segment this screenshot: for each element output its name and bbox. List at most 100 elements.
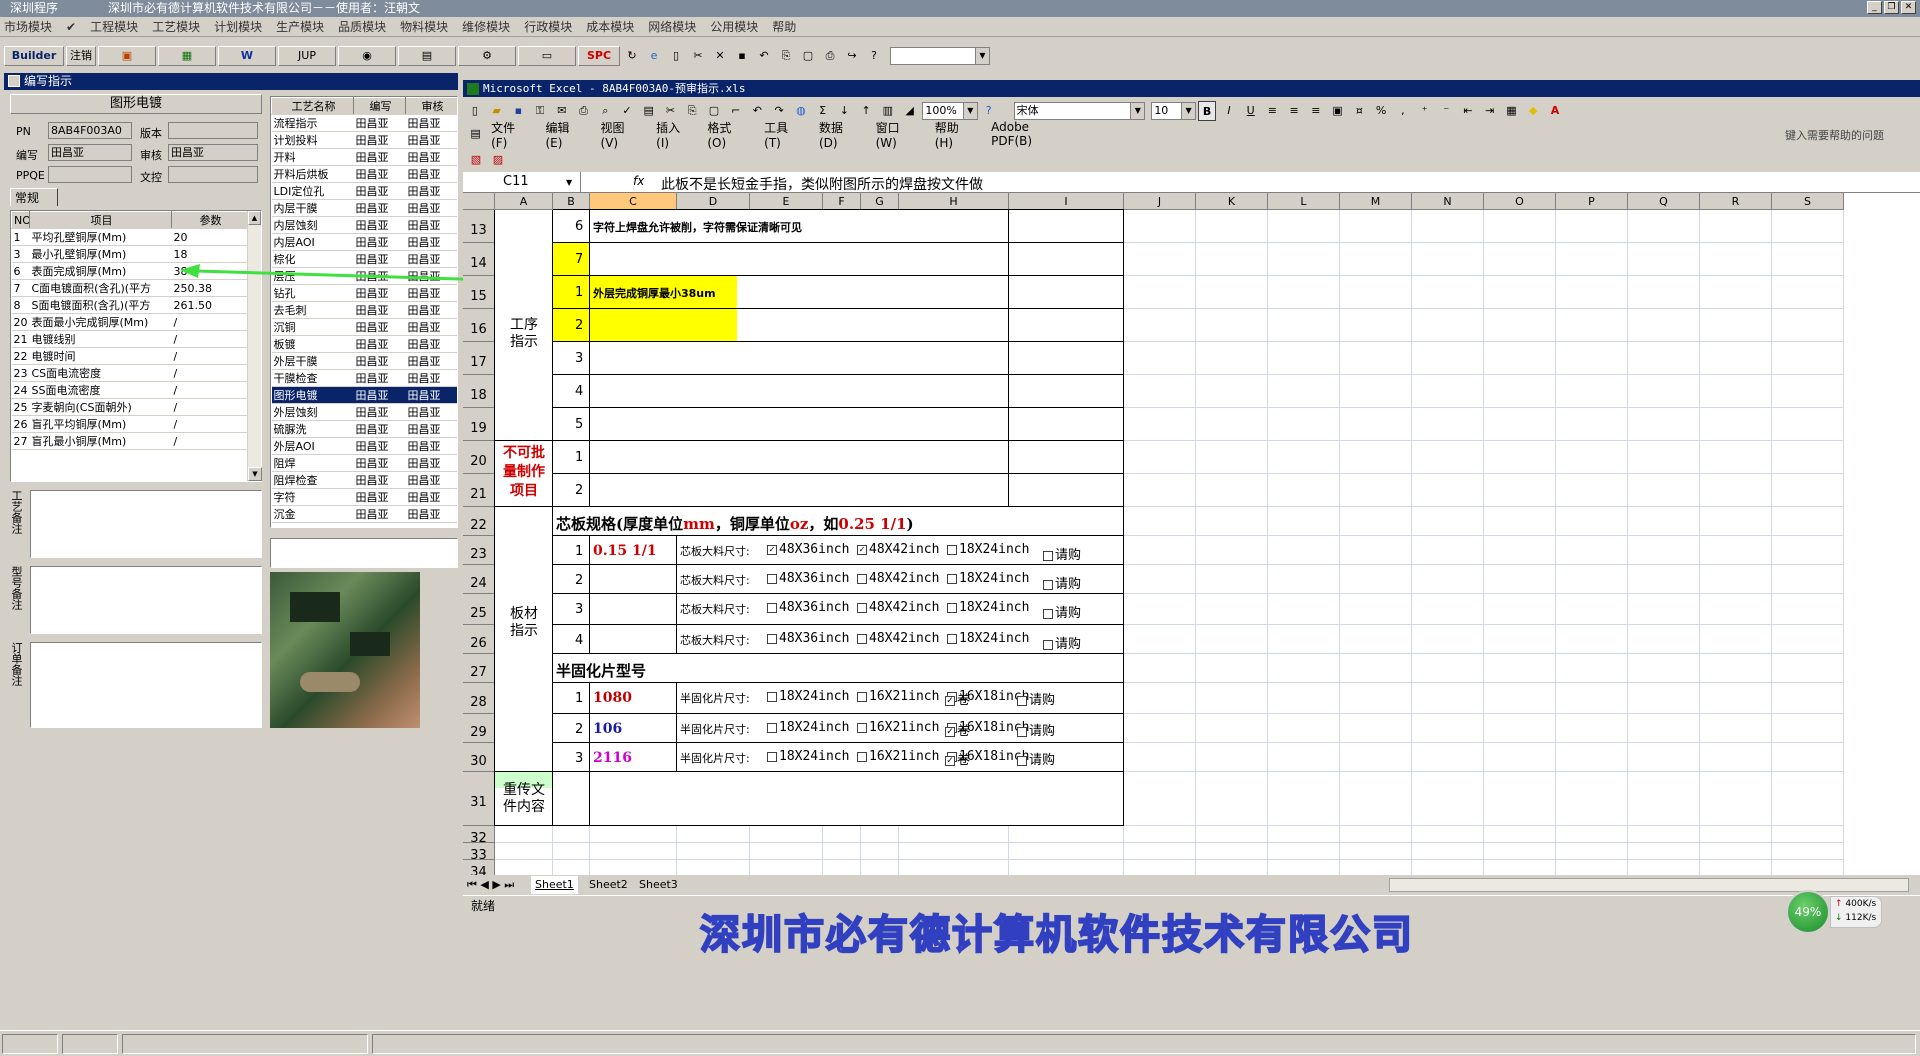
logout-button[interactable]: 注销: [66, 46, 96, 66]
purchase-option[interactable]: 请购: [1043, 633, 1081, 652]
xl-bold-icon[interactable]: B: [1198, 101, 1217, 121]
roll-option[interactable]: ✓ 卷: [945, 689, 970, 708]
model-remark-box[interactable]: [30, 566, 262, 634]
core-size-option[interactable]: 48X42inch: [857, 571, 939, 586]
column-header[interactable]: E: [750, 193, 823, 210]
core-size-option[interactable]: 18X24inch: [947, 600, 1029, 615]
xl-comma-icon[interactable]: ,: [1394, 101, 1412, 121]
column-header[interactable]: Q: [1628, 193, 1700, 210]
xl-fill-color-icon[interactable]: ◆: [1524, 101, 1542, 121]
author-field[interactable]: 田昌亚: [48, 144, 132, 161]
restore-icon[interactable]: ❐: [1884, 1, 1899, 14]
toolbar-combo[interactable]: ▼: [890, 47, 990, 65]
checkbox[interactable]: [767, 751, 777, 762]
checkbox[interactable]: ✓: [945, 726, 955, 737]
process-row[interactable]: 硫脲洗 田昌亚 田昌亚: [271, 420, 457, 438]
process-row[interactable]: 阻焊检查 田昌亚 田昌亚: [271, 471, 457, 489]
core-size-option[interactable]: ✓ 48X42inch: [857, 542, 939, 557]
row-header[interactable]: 19: [463, 408, 495, 441]
refresh-icon[interactable]: ↻: [622, 46, 642, 66]
tab-general[interactable]: 常规: [10, 188, 58, 206]
row-header[interactable]: 32: [463, 826, 495, 846]
column-header[interactable]: A: [495, 193, 553, 210]
excel-menu-item-7[interactable]: 窗口(W): [876, 119, 919, 150]
help-icon[interactable]: ?: [864, 46, 884, 66]
params-row[interactable]: 27 盲孔最小铜厚(Μm) /: [11, 432, 248, 450]
prepreg-size-option[interactable]: 16X21inch: [857, 720, 939, 735]
jup-button[interactable]: JUP: [278, 46, 336, 66]
params-row[interactable]: 22 电镀时间 /: [11, 347, 248, 365]
row-header[interactable]: 14: [463, 243, 495, 276]
row-header[interactable]: 20: [463, 441, 495, 474]
menu-item-11[interactable]: 公用模块: [710, 18, 758, 35]
xl-align-left-icon[interactable]: ≡: [1264, 101, 1282, 121]
checkbox[interactable]: [1043, 639, 1053, 650]
minimize-icon[interactable]: _: [1867, 1, 1882, 14]
review-field[interactable]: 田昌亚: [168, 144, 258, 161]
xl-research-icon[interactable]: ▤: [640, 101, 658, 121]
xl-underline-icon[interactable]: U: [1242, 101, 1260, 121]
prepreg-size-option[interactable]: 18X24inch: [767, 720, 849, 735]
xl-align-right-icon[interactable]: ≡: [1307, 101, 1325, 121]
column-header[interactable]: S: [1772, 193, 1844, 210]
column-header[interactable]: N: [1412, 193, 1484, 210]
process-row[interactable]: 内层干膜 田昌亚 田昌亚: [271, 199, 457, 217]
row-header[interactable]: 13: [463, 210, 495, 243]
xl-dec-decimal-icon[interactable]: ⁻: [1437, 101, 1455, 121]
menu-item-12[interactable]: 帮助: [772, 18, 796, 35]
pfqe-field[interactable]: [48, 166, 132, 183]
menu-item-3[interactable]: 计划模块: [214, 18, 262, 35]
menu-item-1[interactable]: ✔ 工程模块: [66, 18, 138, 35]
row-header[interactable]: 25: [463, 594, 495, 625]
column-header[interactable]: I: [1009, 193, 1124, 210]
column-header[interactable]: R: [1700, 193, 1772, 210]
core-size-option[interactable]: 18X24inch: [947, 571, 1029, 586]
checkbox[interactable]: [1043, 550, 1053, 561]
formula-content[interactable]: 此板不是长短金手指，类似附图所示的焊盘按文件做: [661, 174, 983, 194]
core-size-option[interactable]: 48X36inch: [767, 631, 849, 646]
column-header[interactable]: G: [861, 193, 899, 210]
process-row[interactable]: 外层AOI 田昌亚 田昌亚: [271, 437, 457, 455]
excel-menu-item-9[interactable]: Adobe PDF(B): [991, 120, 1070, 148]
pdf-convert-icon[interactable]: ▧: [466, 150, 486, 170]
word-icon[interactable]: W: [218, 46, 276, 66]
process-row[interactable]: 沉金 田昌亚 田昌亚: [271, 505, 457, 523]
xl-percent-icon[interactable]: %: [1372, 101, 1390, 121]
row-header[interactable]: 34: [463, 860, 495, 875]
checkbox[interactable]: [857, 573, 867, 584]
menu-item-9[interactable]: 成本模块: [586, 18, 634, 35]
menu-item-10[interactable]: 网络模块: [648, 18, 696, 35]
process-row[interactable]: 干膜检查 田昌亚 田昌亚: [271, 369, 457, 387]
ie-icon[interactable]: e: [644, 46, 664, 66]
xl-merge-icon[interactable]: ▣: [1329, 101, 1347, 121]
menu-item-0[interactable]: 市场模块: [4, 18, 52, 35]
xl-new-icon[interactable]: ▯: [466, 101, 484, 121]
row-header[interactable]: 31: [463, 772, 495, 826]
scroll-up-icon[interactable]: ▲: [248, 211, 261, 225]
core-size-option[interactable]: 48X42inch: [857, 631, 939, 646]
process-row[interactable]: 沉铜 田昌亚 田昌亚: [271, 318, 457, 336]
checkbox[interactable]: ✓: [767, 544, 777, 555]
powerpoint-icon[interactable]: ▣: [98, 46, 156, 66]
row-header[interactable]: 27: [463, 654, 495, 683]
column-header[interactable]: D: [677, 193, 750, 210]
excel-menu-item-4[interactable]: 格式(O): [707, 119, 748, 150]
params-scrollbar[interactable]: ▲ ▼: [247, 211, 262, 481]
roll-option[interactable]: ✓ 卷: [945, 749, 970, 768]
sheet-tab-1[interactable]: Sheet1: [531, 876, 578, 894]
excel-menu-item-2[interactable]: 视图(V): [601, 119, 641, 150]
xl-currency-icon[interactable]: ¤: [1350, 101, 1368, 121]
checkbox[interactable]: ✓: [945, 755, 955, 766]
core-size-option[interactable]: 48X42inch: [857, 600, 939, 615]
cut-icon[interactable]: ✂: [688, 46, 708, 66]
process-note-box[interactable]: [270, 538, 458, 568]
purchase-option[interactable]: 请购: [1017, 720, 1055, 739]
name-box-dropdown-icon[interactable]: ▼: [566, 178, 572, 187]
xl-align-center-icon[interactable]: ≡: [1285, 101, 1303, 121]
version-field[interactable]: [168, 122, 258, 139]
core-size-option[interactable]: 18X24inch: [947, 631, 1029, 646]
pn-field[interactable]: 8AB4F003A0: [48, 122, 132, 139]
xl-italic-icon[interactable]: I: [1220, 101, 1238, 121]
row-header[interactable]: 22: [463, 507, 495, 536]
row-header[interactable]: 21: [463, 474, 495, 507]
